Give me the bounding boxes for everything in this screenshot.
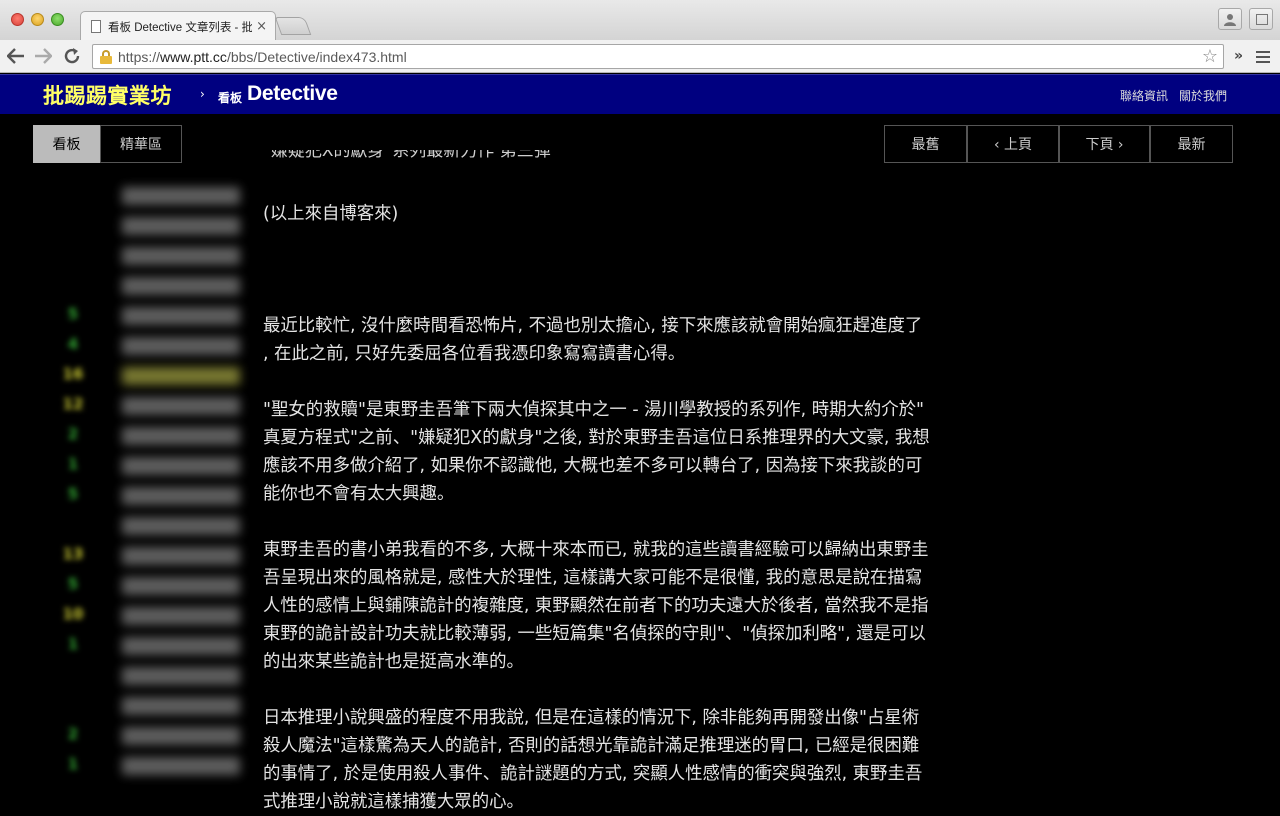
browser-toolbar: https://www.ptt.cc/bbs/Detective/index47… [0,40,1280,73]
push-count: 4 [67,335,79,353]
lock-icon [99,49,112,64]
push-count: 5 [67,485,79,503]
list-item-title[interactable] [122,667,240,685]
list-item[interactable] [60,185,260,205]
about-link[interactable]: 關於我們 [1179,87,1227,104]
extensions-overflow-button[interactable]: » [1234,48,1243,64]
tab-board[interactable]: 看板 [33,125,100,163]
article-cut-line: "嫌疑犯X的獻身"系列最新力作 第三彈 [263,150,551,161]
list-item[interactable] [60,245,260,265]
push-count: 5 [67,575,79,593]
tab-digest[interactable]: 精華區 [100,125,182,163]
fullscreen-button[interactable] [1249,8,1273,30]
article-paragraph-3: 東野圭吾的書小弟我看的不多, 大概十來本而已, 就我的這些讀書經驗可以歸納出東野… [263,540,929,672]
list-item-title[interactable] [122,337,240,355]
push-count: 1 [67,635,79,653]
oldest-button[interactable]: 最舊 [884,125,967,163]
site-header: 批踢踢實業坊 › 看板 Detective 聯絡資訊 關於我們 [0,74,1280,114]
push-count: 16 [62,365,84,383]
list-item-title[interactable] [122,577,240,595]
newest-button[interactable]: 最新 [1150,125,1233,163]
push-count: 13 [62,545,84,563]
contact-link[interactable]: 聯絡資訊 [1120,87,1168,104]
list-item-title[interactable] [122,517,240,535]
page-icon [91,20,101,33]
list-item-title[interactable] [122,187,240,205]
list-item[interactable]: 1 [60,755,260,775]
address-bar[interactable]: https://www.ptt.cc/bbs/Detective/index47… [92,44,1224,69]
new-tab-button[interactable] [274,17,312,35]
list-item-title[interactable] [122,607,240,625]
list-item[interactable] [60,215,260,235]
list-item[interactable]: 1 [60,635,260,655]
browser-tab[interactable]: 看板 Detective 文章列表 - 批 × [80,11,276,41]
list-item[interactable]: 4 [60,335,260,355]
article-paragraph-1: 最近比較忙, 沒什麼時間看恐怖片, 不過也別太擔心, 接下來應該就會開始瘋狂趕進… [263,316,923,364]
list-item[interactable]: 5 [60,485,260,505]
close-window-button[interactable] [11,13,24,26]
list-item-title[interactable] [122,247,240,265]
list-item[interactable]: 2 [60,725,260,745]
push-count: 12 [62,395,84,413]
forward-arrow-icon[interactable] [31,44,55,68]
list-item-title[interactable] [122,727,240,745]
list-item[interactable] [60,665,260,685]
list-item-title[interactable] [122,397,240,415]
browser-titlebar: 看板 Detective 文章列表 - 批 × [0,0,1280,41]
list-item[interactable] [60,515,260,535]
list-item[interactable]: 10 [60,605,260,625]
list-item-title[interactable] [122,427,240,445]
list-item-title[interactable] [122,367,240,385]
push-count: 5 [67,305,79,323]
board-tabs: 看板 精華區 [33,125,182,163]
tab-title: 看板 Detective 文章列表 - 批 [108,21,253,34]
list-item-title[interactable] [122,547,240,565]
list-item[interactable]: 13 [60,545,260,565]
list-item[interactable]: 2 [60,425,260,445]
board-name-link[interactable]: Detective [247,82,338,106]
list-item[interactable]: 12 [60,395,260,415]
tab-close-icon[interactable]: × [256,19,267,34]
list-item-title[interactable] [122,277,240,295]
paging-buttons: 最舊 ‹ 上頁 下頁 › 最新 [884,125,1233,163]
list-item-title[interactable] [122,307,240,325]
site-logo[interactable]: 批踢踢實業坊 [43,80,172,110]
menu-icon[interactable] [1256,51,1270,63]
next-page-button[interactable]: 下頁 › [1059,125,1150,163]
list-item-title[interactable] [122,637,240,655]
list-item[interactable]: 5 [60,305,260,325]
previous-page-button[interactable]: ‹ 上頁 [967,125,1059,163]
list-item[interactable]: 5 [60,575,260,595]
breadcrumb-separator: › [200,87,205,101]
bookmark-star-icon[interactable]: ☆ [1202,46,1218,67]
list-item-title[interactable] [122,487,240,505]
push-count: 10 [62,605,84,623]
list-item-title[interactable] [122,697,240,715]
zoom-window-button[interactable] [51,13,64,26]
list-item[interactable] [60,275,260,295]
list-item[interactable] [60,695,260,715]
breadcrumb-board-label: 看板 [218,91,243,105]
article-paragraph-4: 日本推理小說興盛的程度不用我說, 但是在這樣的情況下, 除非能夠再開發出像"占星… [263,708,923,812]
profile-icon[interactable] [1218,8,1242,30]
push-count: 1 [67,755,79,773]
article-paragraph-2: "聖女的救贖"是東野圭吾筆下兩大偵探其中之一 - 湯川學教授的系列作, 時期大約… [263,400,930,504]
list-item-title[interactable] [122,757,240,775]
back-arrow-icon[interactable] [4,44,28,68]
minimize-window-button[interactable] [31,13,44,26]
push-count: 1 [67,455,79,473]
list-item-title[interactable] [122,457,240,475]
header-links: 聯絡資訊 關於我們 [1120,87,1227,104]
url-text: https://www.ptt.cc/bbs/Detective/index47… [118,48,407,65]
list-item[interactable]: 1 [60,455,260,475]
article-paragraph-source: (以上來自博客來) [263,204,399,224]
push-count: 2 [67,425,79,443]
list-item[interactable]: 16 [60,365,260,385]
reload-icon[interactable] [60,44,84,68]
list-item-title[interactable] [122,217,240,235]
push-count: 2 [67,725,79,743]
